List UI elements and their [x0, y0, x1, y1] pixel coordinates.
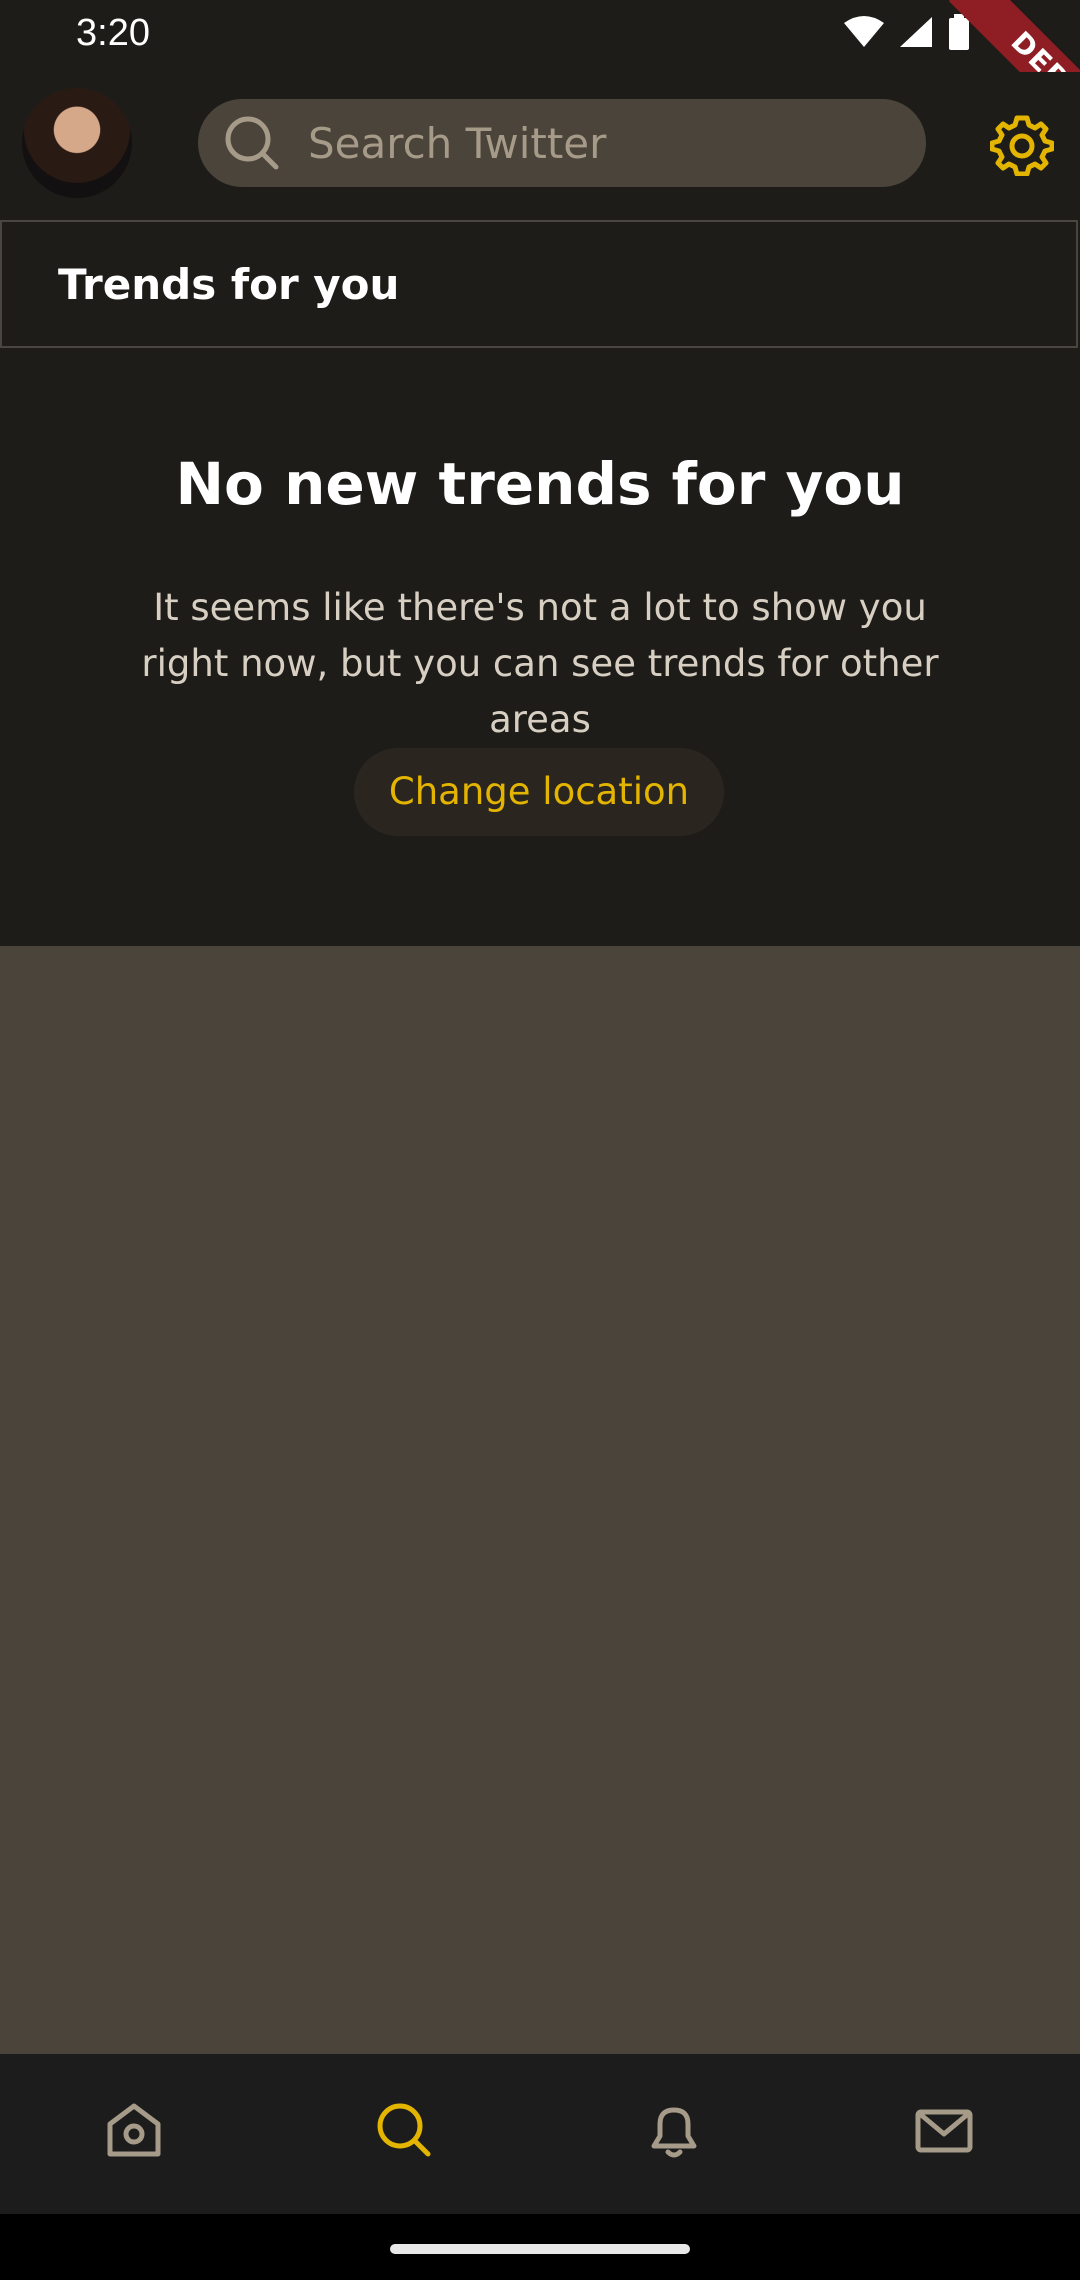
- search-icon: [225, 116, 279, 170]
- nav-notifications[interactable]: [624, 2080, 724, 2180]
- bell-icon: [651, 2107, 697, 2158]
- gesture-handle[interactable]: [390, 2244, 690, 2254]
- nav-home[interactable]: [84, 2080, 184, 2180]
- nav-search[interactable]: [354, 2080, 454, 2180]
- system-navigation-area: [0, 2214, 1080, 2280]
- avatar[interactable]: [22, 88, 132, 198]
- home-icon: [107, 2103, 161, 2157]
- search-placeholder: Search Twitter: [308, 118, 607, 168]
- change-location-button[interactable]: Change location: [354, 748, 724, 836]
- bottom-nav: [0, 2054, 1080, 2214]
- status-time: 3:20: [76, 12, 150, 54]
- search-icon: [377, 2103, 431, 2157]
- empty-state-title: No new trends for you: [175, 450, 905, 518]
- empty-state-description: It seems like there's not a lot to show …: [141, 586, 939, 741]
- mail-icon: [915, 2109, 973, 2153]
- trends-title: Trends for you: [58, 260, 400, 309]
- search-input[interactable]: Search Twitter: [198, 99, 926, 187]
- empty-state: No new trends for you It seems like ther…: [0, 350, 1080, 946]
- app-bar: Search Twitter: [0, 72, 1080, 220]
- wifi-icon: [844, 16, 884, 47]
- trends-header: Trends for you: [0, 220, 1078, 348]
- gear-icon[interactable]: [990, 112, 1054, 176]
- content-area: [0, 946, 1080, 2054]
- nav-messages[interactable]: [894, 2080, 994, 2180]
